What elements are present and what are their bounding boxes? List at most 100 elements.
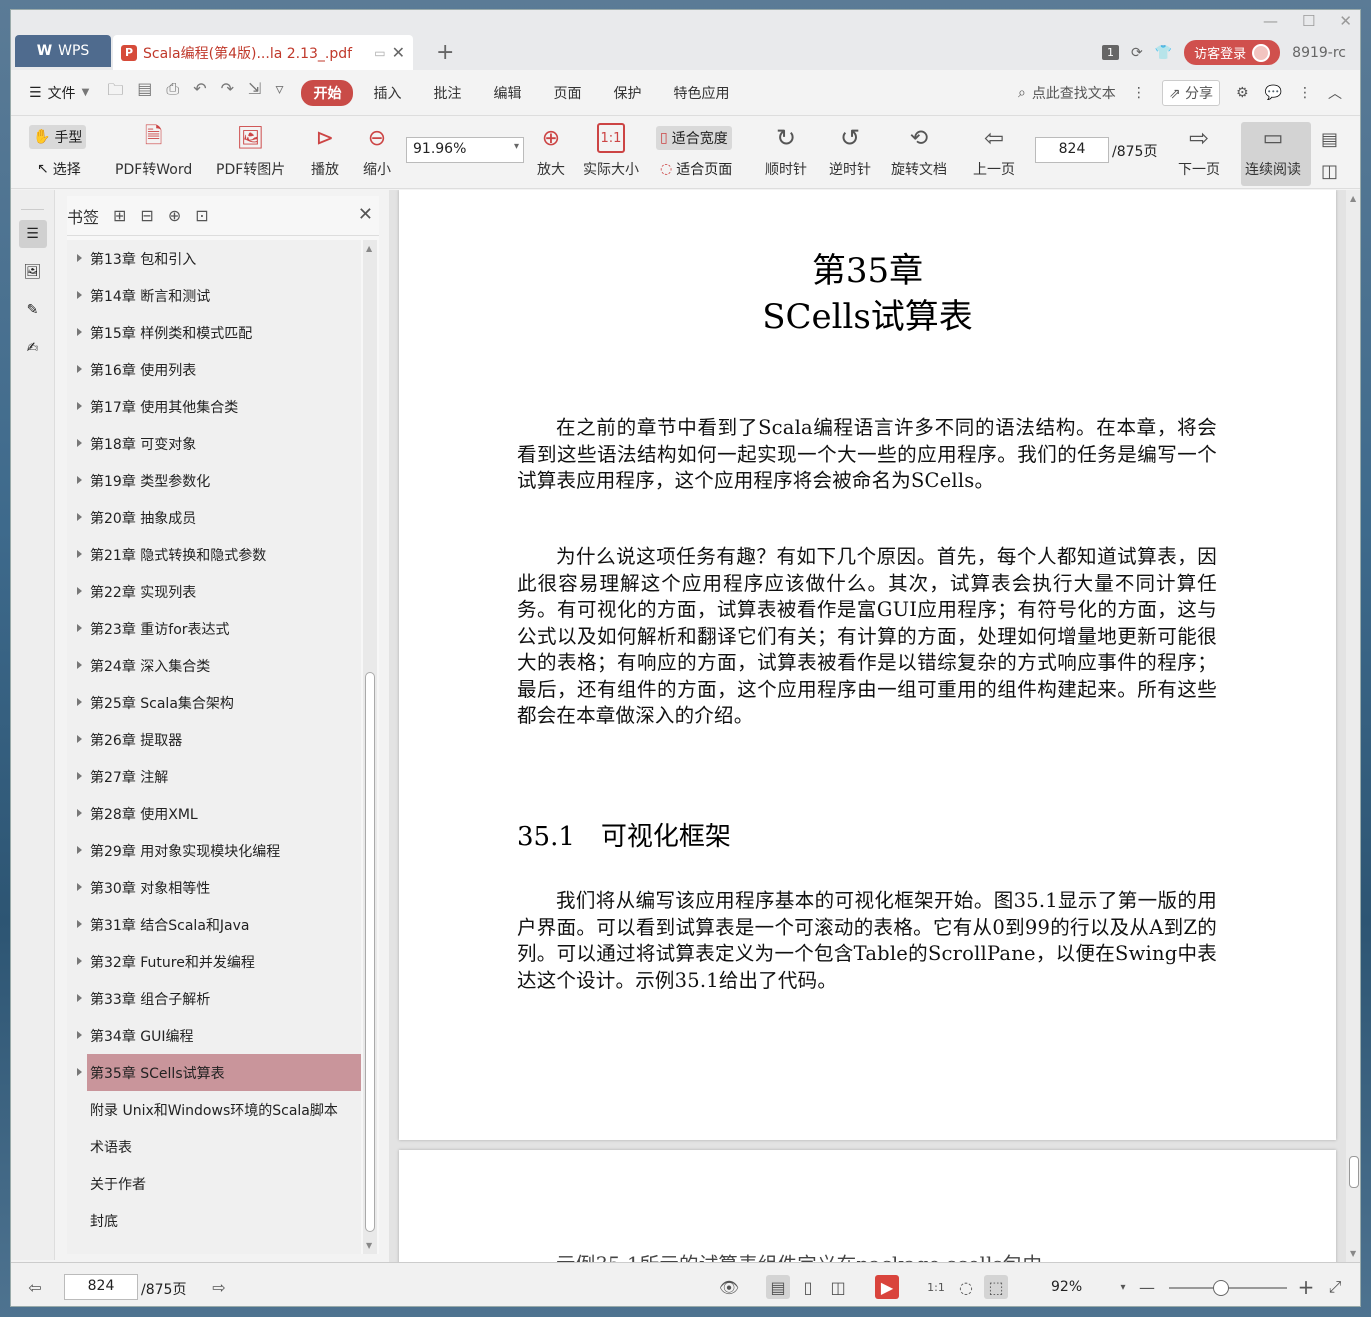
caret-right-icon[interactable]	[77, 476, 82, 484]
fit-page-button[interactable]: ◌ 适合页面	[656, 157, 736, 181]
bookmark-item[interactable]: 第15章 样例类和模式匹配	[67, 314, 361, 351]
caret-right-icon[interactable]	[77, 846, 82, 854]
actual-size-button[interactable]: 1:1 实际大小	[583, 123, 639, 179]
bookmark-item[interactable]: 第13章 包和引入	[67, 240, 361, 277]
tab-edit[interactable]: 编辑	[481, 80, 533, 106]
caret-right-icon[interactable]	[77, 1068, 82, 1076]
caret-right-icon[interactable]	[77, 809, 82, 817]
tab-insert[interactable]: 插入	[361, 80, 413, 106]
maximize-icon[interactable]: ☐	[1302, 12, 1315, 30]
bookmark-item[interactable]: 第14章 断言和测试	[67, 277, 361, 314]
close-window-icon[interactable]: ✕	[1339, 12, 1352, 30]
play-button[interactable]: ⊳ 播放	[311, 123, 339, 179]
caret-right-icon[interactable]	[77, 328, 82, 336]
login-button[interactable]: 访客登录	[1184, 40, 1281, 65]
zoom-in-button[interactable]: ⊕ 放大	[537, 123, 565, 179]
bookmark-item[interactable]: 第20章 抽象成员	[67, 499, 361, 536]
document-view[interactable]: 第35章 SCells试算表 在之前的章节中看到了Scala编程语言许多不同的语…	[389, 190, 1360, 1262]
tab-start[interactable]: 开始	[301, 79, 354, 106]
hand-tool-button[interactable]: ✋ 手型	[29, 125, 87, 149]
bookmark-item[interactable]: 附录 Unix和Windows环境的Scala脚本	[67, 1091, 361, 1128]
bookmark-settings-icon[interactable]: ⊡	[195, 206, 208, 225]
monitor-icon[interactable]: ▭	[374, 46, 385, 60]
zoom-out-button[interactable]: ⊖ 缩小	[363, 123, 391, 179]
single-page-icon[interactable]: ▤	[1321, 129, 1338, 150]
wps-home-button[interactable]: W WPS	[15, 35, 111, 67]
export-icon[interactable]: ⇲	[248, 79, 261, 106]
caret-right-icon[interactable]	[77, 587, 82, 595]
kebab-icon[interactable]: ⋮	[1132, 85, 1146, 101]
bookmark-scrollbar[interactable]: ▲ ▼	[363, 240, 377, 1254]
continuous-view-icon[interactable]: ▤	[766, 1275, 790, 1299]
play-icon[interactable]: ▶	[875, 1275, 899, 1299]
caret-right-icon[interactable]	[77, 1031, 82, 1039]
add-bookmark-icon[interactable]: ⊕	[168, 206, 181, 225]
close-panel-icon[interactable]: ✕	[358, 204, 373, 225]
caret-right-icon[interactable]	[77, 624, 82, 632]
comment-icon[interactable]: 💬	[1265, 85, 1282, 101]
zoom-in-icon[interactable]: +	[1294, 1275, 1318, 1299]
bookmark-item[interactable]: 第28章 使用XML	[67, 795, 361, 832]
skin-icon[interactable]: 👕	[1155, 45, 1172, 61]
fit-width-button[interactable]: ▯ 适合宽度	[656, 126, 732, 150]
scroll-up-icon[interactable]: ▲	[1350, 194, 1356, 203]
more-dropdown-icon[interactable]: ▿	[275, 79, 283, 106]
single-page-view-icon[interactable]: ▯	[796, 1275, 820, 1299]
bookmark-item[interactable]: 第31章 结合Scala和Java	[67, 906, 361, 943]
page-number-input[interactable]: 824	[1035, 137, 1109, 163]
bookmark-item[interactable]: 第33章 组合子解析	[67, 980, 361, 1017]
expand-all-icon[interactable]: ⊞	[113, 206, 126, 225]
prev-page-icon[interactable]: ⇦	[23, 1275, 47, 1299]
scroll-thumb[interactable]	[1349, 1156, 1359, 1188]
bookmark-item[interactable]: 第23章 重访for表达式	[67, 610, 361, 647]
caret-right-icon[interactable]	[77, 439, 82, 447]
scroll-down-icon[interactable]: ▼	[1350, 1249, 1356, 1258]
eye-icon[interactable]: 👁	[717, 1275, 741, 1299]
bookmark-item[interactable]: 第22章 实现列表	[67, 573, 361, 610]
share-button[interactable]: ⇗ 分享	[1161, 80, 1220, 106]
bookmark-item[interactable]: 关于作者	[67, 1165, 361, 1202]
pdf-to-image-button[interactable]: 🖼 PDF转图片	[216, 123, 285, 179]
search-icon[interactable]: ⌕	[1018, 85, 1026, 101]
caret-right-icon[interactable]	[77, 513, 82, 521]
rotate-ccw-button[interactable]: ↺ 逆时针	[829, 123, 871, 179]
bookmark-item[interactable]: 第32章 Future和并发编程	[67, 943, 361, 980]
caret-right-icon[interactable]	[77, 883, 82, 891]
sync-icon[interactable]: ⟳	[1131, 45, 1143, 61]
caret-right-icon[interactable]	[77, 365, 82, 373]
collapse-all-icon[interactable]: ⊟	[140, 206, 153, 225]
tab-features[interactable]: 特色应用	[661, 80, 741, 106]
caret-right-icon[interactable]	[77, 291, 82, 299]
tab-page[interactable]: 页面	[541, 80, 593, 106]
bookmark-item[interactable]: 第29章 用对象实现模块化编程	[67, 832, 361, 869]
fit-width-icon[interactable]: ⬚	[984, 1275, 1008, 1299]
collapse-ribbon-icon[interactable]: ︿	[1328, 83, 1342, 103]
caret-right-icon[interactable]	[77, 402, 82, 410]
minimize-icon[interactable]: —	[1263, 12, 1278, 30]
select-tool-button[interactable]: ↖ 选择	[33, 157, 85, 181]
scroll-up-icon[interactable]: ▲	[366, 244, 372, 253]
bookmark-item[interactable]: 第16章 使用列表	[67, 351, 361, 388]
bookmark-item[interactable]: 第35章 SCells试算表	[77, 1054, 361, 1091]
zoom-out-icon[interactable]: —	[1135, 1275, 1159, 1299]
scroll-thumb[interactable]	[365, 672, 375, 1232]
tab-annotate[interactable]: 批注	[421, 80, 473, 106]
save-icon[interactable]: ▤	[137, 79, 152, 106]
caret-right-icon[interactable]	[77, 254, 82, 262]
document-scrollbar[interactable]: ▲ ▼	[1346, 190, 1360, 1262]
next-page-icon[interactable]: ⇨	[207, 1275, 231, 1299]
annotation-panel-icon[interactable]: ✎	[19, 296, 47, 324]
actual-size-icon[interactable]: 1:1	[924, 1275, 948, 1299]
status-zoom-value[interactable]: 92%	[1051, 1279, 1082, 1295]
file-menu[interactable]: ☰ 文件 ▼	[29, 83, 89, 103]
dual-page-view-icon[interactable]: ◫	[826, 1275, 850, 1299]
search-text-label[interactable]: 点此查找文本	[1032, 83, 1116, 103]
fullscreen-icon[interactable]: ⤢	[1323, 1275, 1347, 1299]
next-page-button[interactable]: ⇨ 下一页	[1178, 123, 1220, 179]
caret-right-icon[interactable]	[77, 661, 82, 669]
chevron-down-icon[interactable]: ▾	[1111, 1275, 1135, 1299]
bookmark-item[interactable]: 第19章 类型参数化	[67, 462, 361, 499]
document-tab[interactable]: P Scala编程(第4版)...la 2.13_.pdf ▭ ✕	[113, 35, 413, 70]
bookmark-item[interactable]: 第18章 可变对象	[67, 425, 361, 462]
bookmark-item[interactable]: 第34章 GUI编程	[67, 1017, 361, 1054]
